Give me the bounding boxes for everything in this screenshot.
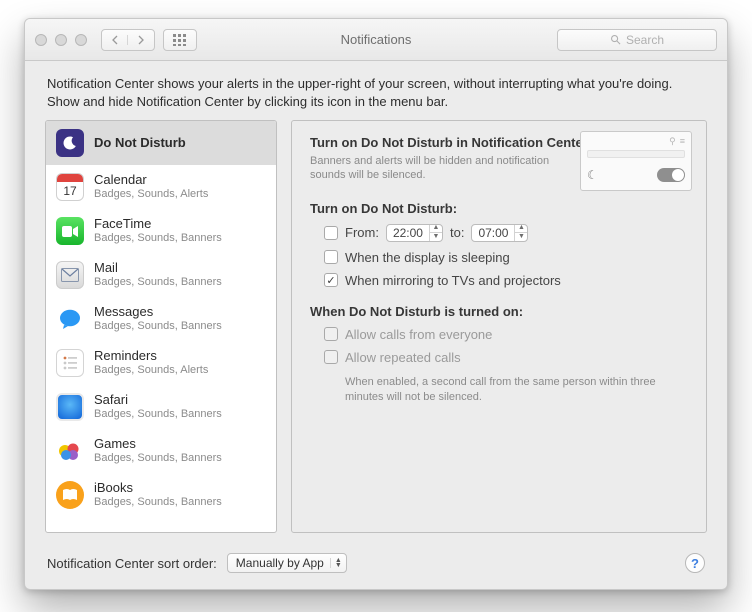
mirroring-row: ✓ When mirroring to TVs and projectors [324, 273, 688, 288]
nav-buttons [101, 29, 155, 51]
sidebar-item-sub: Badges, Sounds, Banners [94, 320, 222, 333]
ibooks-icon [56, 481, 84, 509]
sidebar-item-sub: Badges, Sounds, Banners [94, 276, 222, 289]
chevron-right-icon [137, 35, 145, 45]
footer: Notification Center sort order: Manually… [25, 543, 727, 589]
step-up-icon[interactable]: ▲ [430, 224, 442, 233]
to-label: to: [450, 225, 464, 240]
sidebar-item-label: Mail [94, 261, 222, 276]
search-input[interactable]: Search [557, 29, 717, 51]
sidebar-item-games[interactable]: GamesBadges, Sounds, Banners [46, 429, 276, 473]
sidebar-item-mail[interactable]: MailBadges, Sounds, Banners [46, 253, 276, 297]
intro-text: Notification Center shows your alerts in… [25, 61, 727, 120]
allow-repeated-row: Allow repeated calls [324, 350, 688, 365]
step-up-icon[interactable]: ▲ [515, 224, 527, 233]
sidebar-item-reminders[interactable]: RemindersBadges, Sounds, Alerts [46, 341, 276, 385]
sidebar-item-label: iBooks [94, 481, 222, 496]
mirroring-checkbox[interactable]: ✓ [324, 273, 338, 287]
sidebar-item-label: Reminders [94, 349, 208, 364]
reminders-icon [56, 349, 84, 377]
content-area: Do Not Disturb 17 CalendarBadges, Sounds… [25, 120, 727, 543]
sidebar-item-sub: Badges, Sounds, Banners [94, 232, 222, 245]
to-time-stepper[interactable]: 07:00 ▲▼ [471, 224, 528, 242]
help-button[interactable]: ? [685, 553, 705, 573]
from-label: From: [345, 225, 379, 240]
sidebar-item-label: Safari [94, 393, 222, 408]
sidebar-item-safari[interactable]: SafariBadges, Sounds, Banners [46, 385, 276, 429]
allow-everyone-label: Allow calls from everyone [345, 327, 492, 342]
repeated-hint: When enabled, a second call from the sam… [345, 375, 688, 405]
step-down-icon[interactable]: ▼ [515, 233, 527, 242]
facetime-icon [56, 217, 84, 245]
zoom-window-button[interactable] [75, 34, 87, 46]
sidebar-item-do-not-disturb[interactable]: Do Not Disturb [46, 121, 276, 165]
sidebar-item-label: Games [94, 437, 222, 452]
mail-icon [56, 261, 84, 289]
mirroring-label: When mirroring to TVs and projectors [345, 273, 561, 288]
sidebar-item-calendar[interactable]: 17 CalendarBadges, Sounds, Alerts [46, 165, 276, 209]
back-button[interactable] [102, 35, 128, 45]
sidebar-item-sub: Badges, Sounds, Banners [94, 452, 222, 465]
detail-header-hint: Banners and alerts will be hidden and no… [310, 154, 550, 183]
sort-value: Manually by App [236, 556, 324, 570]
list-icon: ≡ [680, 136, 685, 146]
from-checkbox[interactable] [324, 226, 338, 240]
search-icon [610, 34, 621, 45]
calendar-icon: 17 [56, 173, 84, 201]
when-on-label: When Do Not Disturb is turned on: [310, 304, 688, 319]
sidebar-item-ibooks[interactable]: iBooksBadges, Sounds, Banners [46, 473, 276, 517]
allow-repeated-label: Allow repeated calls [345, 350, 461, 365]
chevron-left-icon [111, 35, 119, 45]
sidebar-item-label: Calendar [94, 173, 208, 188]
sleeping-label: When the display is sleeping [345, 250, 510, 265]
search-placeholder: Search [626, 33, 664, 47]
moon-icon [56, 129, 84, 157]
step-down-icon[interactable]: ▼ [430, 233, 442, 242]
app-list[interactable]: Do Not Disturb 17 CalendarBadges, Sounds… [45, 120, 277, 533]
safari-icon [56, 393, 84, 421]
sidebar-item-sub: Badges, Sounds, Alerts [94, 364, 208, 377]
sidebar-item-label: FaceTime [94, 217, 222, 232]
detail-pane: ⚲≡ ☾ Turn on Do Not Disturb in Notificat… [291, 120, 707, 533]
notification-center-preview: ⚲ ≡ ☾ [580, 131, 692, 191]
messages-icon [56, 305, 84, 333]
grid-icon [173, 34, 187, 46]
show-all-button[interactable] [163, 29, 197, 51]
games-icon [56, 437, 84, 465]
sidebar-item-sub: Badges, Sounds, Alerts [94, 188, 208, 201]
sort-order-select[interactable]: Manually by App ▲▼ [227, 553, 347, 573]
dnd-toggle-preview [657, 168, 685, 182]
allow-everyone-row: Allow calls from everyone [324, 327, 688, 342]
window-toolbar: Notifications Search [25, 19, 727, 61]
sleeping-row: When the display is sleeping [324, 250, 688, 265]
sort-label: Notification Center sort order: [47, 556, 217, 571]
sleeping-checkbox[interactable] [324, 250, 338, 264]
from-time-row: From: 22:00 ▲▼ to: 07:00 ▲▼ [324, 224, 688, 242]
allow-repeated-checkbox[interactable] [324, 350, 338, 364]
minimize-window-button[interactable] [55, 34, 67, 46]
moon-icon: ☾ [587, 168, 598, 182]
sidebar-item-label: Messages [94, 305, 222, 320]
sidebar-item-sub: Badges, Sounds, Banners [94, 496, 222, 509]
window-controls [35, 34, 87, 46]
sidebar-item-label: Do Not Disturb [94, 136, 186, 151]
chevron-updown-icon: ▲▼ [330, 558, 342, 568]
sidebar-item-facetime[interactable]: FaceTimeBadges, Sounds, Banners [46, 209, 276, 253]
sidebar-item-sub: Badges, Sounds, Banners [94, 408, 222, 421]
search-icon: ⚲ [669, 136, 676, 147]
preferences-window: Notifications Search Notification Center… [24, 18, 728, 590]
forward-button[interactable] [128, 35, 154, 45]
sidebar-item-messages[interactable]: MessagesBadges, Sounds, Banners [46, 297, 276, 341]
close-window-button[interactable] [35, 34, 47, 46]
from-time-stepper[interactable]: 22:00 ▲▼ [386, 224, 443, 242]
turn-on-label: Turn on Do Not Disturb: [310, 201, 688, 216]
allow-everyone-checkbox[interactable] [324, 327, 338, 341]
